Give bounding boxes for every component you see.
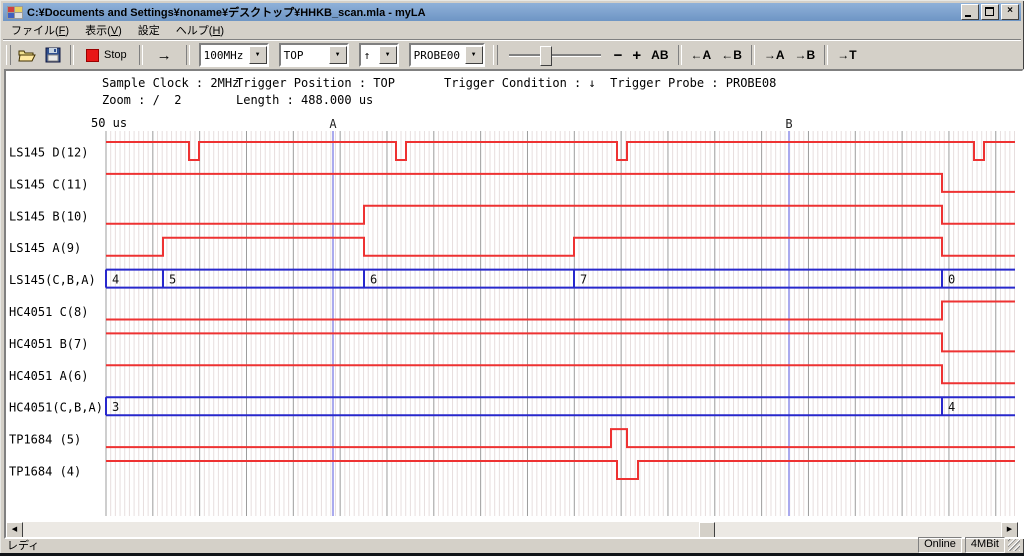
toolbar-grip[interactable] [6, 45, 11, 65]
timeline-scale-label: 50 us [91, 116, 127, 130]
chevron-down-icon[interactable]: ▼ [465, 46, 483, 64]
run-button[interactable]: → [147, 44, 182, 66]
toolbar-separator [139, 45, 143, 65]
menu-view[interactable]: 表示(V) [77, 20, 130, 40]
close-button[interactable]: × [1001, 4, 1019, 20]
save-floppy-icon [44, 47, 62, 63]
signal-label: LS145 C(11) [9, 177, 88, 191]
zoom-in-button[interactable]: + [627, 44, 646, 66]
signal-label: LS145 B(10) [9, 209, 88, 223]
goto-b-button[interactable]: ←B [716, 44, 747, 66]
info-zoom: Zoom : / 2 [102, 93, 181, 107]
forward-a-button[interactable]: →A [759, 44, 790, 66]
status-ready: レディ [3, 537, 918, 553]
waveform-canvas[interactable]: 50 us A B LS145 D(12) LS145 C(11) LS145 B(10)… [6, 111, 1018, 518]
signal-label: HC4051 B(7) [9, 337, 88, 351]
status-memory: 4MBit [965, 537, 1005, 553]
info-trigger-position: Trigger Position : TOP [236, 76, 395, 90]
status-online: Online [918, 537, 962, 553]
goto-trigger-button[interactable]: →T [832, 44, 861, 66]
signal-label: LS145(C,B,A) [9, 273, 96, 287]
bus-value: 4 [948, 400, 955, 414]
maximize-button[interactable] [981, 4, 999, 20]
toolbar-grip[interactable] [493, 45, 498, 65]
resize-grip[interactable] [1008, 539, 1020, 551]
info-length: Length : 488.000 us [236, 93, 373, 107]
info-trigger-condition: Trigger Condition : ↓ Trigger Probe : PR… [444, 76, 776, 90]
open-folder-icon [18, 47, 36, 63]
menu-settings[interactable]: 設定 [130, 20, 168, 40]
chevron-down-icon[interactable]: ▼ [379, 46, 397, 64]
zoom-out-button[interactable]: − [609, 44, 628, 66]
toolbar: Stop → 100MHz ▼ TOP ▼ ↑ ▼ PROBE00 ▼ − + … [3, 41, 1021, 69]
signal-label: HC4051 A(6) [9, 369, 88, 383]
signal-label: LS145 D(12) [9, 146, 88, 160]
horizontal-scrollbar[interactable]: ◀ ▶ [6, 522, 1018, 537]
stop-icon [86, 49, 99, 62]
stop-button[interactable]: Stop [78, 44, 135, 66]
toolbar-separator [186, 45, 190, 65]
menu-bar: ファイル(F) 表示(V) 設定 ヘルプ(H) [3, 21, 1021, 40]
trigger-position-combo[interactable]: TOP ▼ [279, 43, 349, 67]
signal-label: HC4051(C,B,A) [9, 401, 103, 415]
signal-label: HC4051 C(8) [9, 305, 88, 319]
info-sample-clock: Sample Clock : 2MHz [102, 76, 239, 90]
bus-value: 3 [112, 400, 119, 414]
minimize-button[interactable] [961, 4, 979, 20]
signal-label: LS145 A(9) [9, 241, 81, 255]
chevron-down-icon[interactable]: ▼ [329, 46, 347, 64]
trigger-edge-combo[interactable]: ↑ ▼ [359, 43, 399, 67]
zoom-slider[interactable] [509, 45, 601, 65]
goto-a-button[interactable]: ←A [686, 44, 717, 66]
waveform-view: Sample Clock : 2MHz Zoom : / 2 Trigger P… [4, 69, 1024, 539]
bus-value: 0 [948, 273, 955, 287]
title-bar[interactable]: C:¥Documents and Settings¥noname¥デスクトップ¥… [3, 3, 1021, 21]
slider-thumb[interactable] [540, 46, 552, 66]
toolbar-separator [70, 45, 74, 65]
status-bar: レディ Online 4MBit [3, 537, 1021, 553]
toolbar-separator [751, 45, 755, 65]
app-window: C:¥Documents and Settings¥noname¥デスクトップ¥… [0, 0, 1024, 556]
forward-b-button[interactable]: →B [790, 44, 821, 66]
signal-label: TP1684 (5) [9, 433, 81, 447]
slider-track [509, 54, 601, 56]
sample-rate-combo[interactable]: 100MHz ▼ [199, 43, 269, 67]
app-icon [7, 6, 23, 19]
menu-file[interactable]: ファイル(F) [3, 20, 77, 40]
ab-button[interactable]: AB [646, 44, 673, 66]
bus-value: 5 [169, 273, 176, 287]
bus-value: 6 [370, 273, 377, 287]
menu-help[interactable]: ヘルプ(H) [168, 20, 232, 40]
toolbar-separator [824, 45, 828, 65]
window-title: C:¥Documents and Settings¥noname¥デスクトップ¥… [27, 4, 957, 20]
save-file-button[interactable] [40, 44, 66, 66]
bus-value: 7 [580, 273, 587, 287]
bus-value: 4 [112, 273, 119, 287]
marker-label-B: B [785, 117, 792, 131]
signal-label: TP1684 (4) [9, 465, 81, 479]
marker-label-A: A [329, 117, 337, 131]
toolbar-separator [678, 45, 682, 65]
probe-combo[interactable]: PROBE00 ▼ [409, 43, 485, 67]
chevron-down-icon[interactable]: ▼ [249, 46, 267, 64]
open-file-button[interactable] [14, 44, 40, 66]
